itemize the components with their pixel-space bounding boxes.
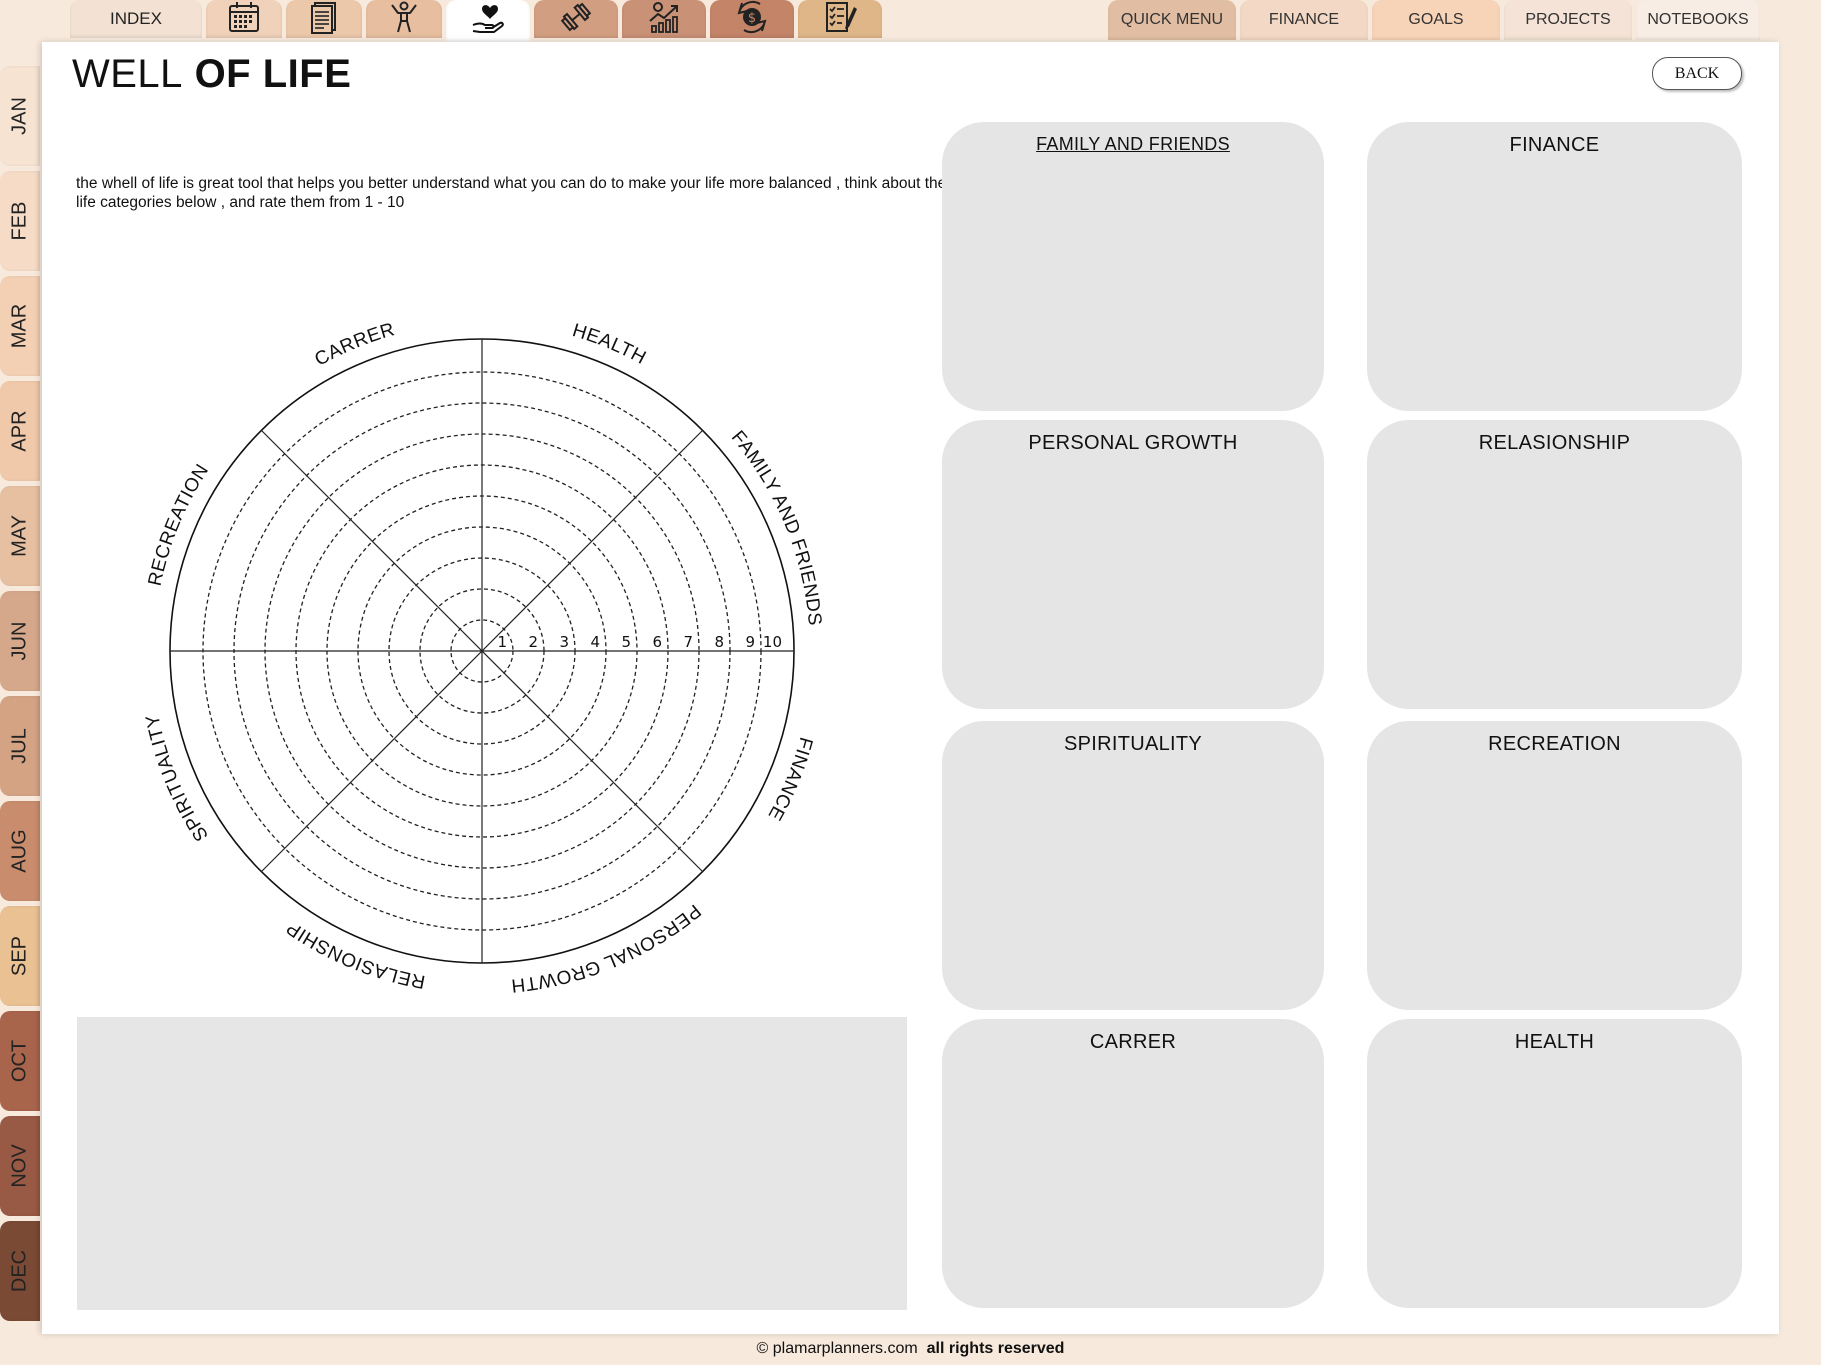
card-title: FINANCE [1509, 134, 1600, 156]
card-title: RELASIONSHIP [1478, 432, 1631, 454]
wheel-category-label: SPIRITUALITY [142, 712, 213, 845]
card-personal-growth[interactable]: PERSONAL GROWTH [942, 420, 1324, 709]
month-tab-label: AUG [8, 829, 31, 873]
card-title: FAMILY AND FRIENDS [1036, 134, 1230, 154]
wheel-category-label: FAMILY AND FRIENDS [727, 427, 825, 627]
wheel-scale-label: 3 [559, 633, 569, 651]
wheel-scale-label: 10 [763, 633, 782, 651]
month-tab-apr[interactable]: APR [0, 381, 40, 481]
wheel-category-label: FINANCE [763, 735, 816, 824]
footer-rights: all rights reserved [926, 1340, 1065, 1357]
month-tab-jan[interactable]: JAN [0, 66, 40, 166]
dumbbell-icon [558, 0, 594, 40]
quick-nav-tabs: QUICK MENU FINANCE GOALS PROJECTS NOTEBO… [1108, 0, 1764, 44]
wheel-scale-label: 4 [590, 633, 600, 651]
tab-index-label: INDEX [110, 9, 162, 28]
tab-wellbeing[interactable] [446, 0, 530, 42]
month-tab-label: JAN [8, 97, 31, 135]
notes-area[interactable] [77, 1017, 907, 1310]
page-title-bold: OF LIFE [194, 52, 352, 96]
tab-quick-menu[interactable]: QUICK MENU [1108, 0, 1236, 40]
wheel-category-label: PERSONAL GROWTH [510, 900, 705, 996]
notes-icon [306, 0, 342, 40]
heart-hand-icon [470, 1, 506, 42]
footer: © plamarplanners.com all rights reserved [0, 1340, 1821, 1358]
month-tab-label: JUN [8, 621, 31, 661]
card-title: RECREATION [1488, 733, 1621, 755]
card-title: HEALTH [1514, 1031, 1595, 1053]
footer-site: © plamarplanners.com [756, 1340, 918, 1357]
month-tab-label: FEB [8, 201, 31, 241]
month-tab-aug[interactable]: AUG [0, 801, 40, 901]
month-tab-label: JUL [8, 728, 31, 764]
checklist-icon [822, 0, 858, 40]
wheel-scale-label: 1 [497, 633, 507, 651]
card-carrer[interactable]: CARRER [942, 1019, 1324, 1308]
month-tab-jul[interactable]: JUL [0, 696, 40, 796]
card-finance[interactable]: FINANCE [1367, 122, 1742, 411]
month-tabs: JAN FEB MAR APR MAY JUN JUL AUG SEP OCT … [0, 66, 44, 1326]
month-tab-label: APR [8, 410, 31, 452]
card-title: SPIRITUALITY [1063, 733, 1203, 755]
wheel-scale-label: 7 [683, 633, 693, 651]
tab-calendar[interactable] [206, 0, 282, 38]
card-title: PERSONAL GROWTH [1028, 432, 1238, 454]
tab-goals[interactable]: GOALS [1372, 0, 1500, 40]
wheel-of-life[interactable]: 1 2 3 4 5 6 7 8 9 10 HEALTH FAMILY AND FRIENDS FINAN… [132, 262, 832, 1022]
svg-text:$: $ [748, 11, 756, 26]
planner-page: WELL OF LIFE BACK the whell of life is g… [42, 42, 1779, 1334]
wheel-category-label: HEALTH [570, 320, 650, 369]
top-tab-bar: INDEX $ [70, 0, 886, 44]
tab-notes[interactable] [286, 0, 362, 38]
month-tab-sep[interactable]: SEP [0, 906, 40, 1006]
month-tab-nov[interactable]: NOV [0, 1116, 40, 1216]
month-tab-label: DEC [8, 1249, 31, 1293]
month-tab-label: MAR [8, 303, 31, 349]
month-tab-may[interactable]: MAY [0, 486, 40, 586]
wheel-scale-label: 8 [714, 633, 724, 651]
month-tab-feb[interactable]: FEB [0, 171, 40, 271]
intro-text: the whell of life is great tool that hel… [76, 175, 960, 211]
card-title: CARRER [1089, 1031, 1177, 1053]
page-title: WELL OF LIFE [72, 52, 351, 97]
fitness-person-icon [386, 0, 422, 40]
month-tab-label: NOV [8, 1144, 31, 1188]
tab-finance[interactable]: FINANCE [1240, 0, 1368, 40]
wheel-scale-label: 5 [621, 633, 631, 651]
month-tab-label: OCT [8, 1039, 31, 1083]
wheel-scale-label: 2 [528, 633, 538, 651]
tab-money[interactable]: $ [710, 0, 794, 38]
tab-index[interactable]: INDEX [70, 0, 202, 38]
wheel-scale-label: 9 [745, 633, 755, 651]
month-tab-label: MAY [8, 515, 31, 557]
wheel-category-label: RECREATION [145, 460, 214, 587]
page-title-light: WELL [72, 52, 183, 96]
card-relasionship[interactable]: RELASIONSHIP [1367, 420, 1742, 709]
tab-workout[interactable] [534, 0, 618, 38]
month-tab-label: SEP [8, 935, 31, 977]
tab-projects[interactable]: PROJECTS [1504, 0, 1632, 40]
wheel-scale-label: 6 [652, 633, 662, 651]
money-exchange-icon: $ [734, 0, 770, 40]
growth-chart-icon [646, 0, 682, 40]
tab-notebooks[interactable]: NOTEBOOKS [1636, 0, 1760, 40]
month-tab-oct[interactable]: OCT [0, 1011, 40, 1111]
card-recreation[interactable]: RECREATION [1367, 721, 1742, 1010]
month-tab-dec[interactable]: DEC [0, 1221, 40, 1321]
tab-fitness[interactable] [366, 0, 442, 38]
tab-checklist[interactable] [798, 0, 882, 38]
card-health[interactable]: HEALTH [1367, 1019, 1742, 1308]
tab-growth[interactable] [622, 0, 706, 38]
wheel-category-label: CARRER [311, 319, 397, 371]
card-spirituality[interactable]: SPIRITUALITY [942, 721, 1324, 1010]
card-family-and-friends[interactable]: FAMILY AND FRIENDS [942, 122, 1324, 411]
month-tab-jun[interactable]: JUN [0, 591, 40, 691]
calendar-icon [226, 0, 262, 40]
back-button[interactable]: BACK [1652, 57, 1742, 90]
month-tab-mar[interactable]: MAR [0, 276, 40, 376]
